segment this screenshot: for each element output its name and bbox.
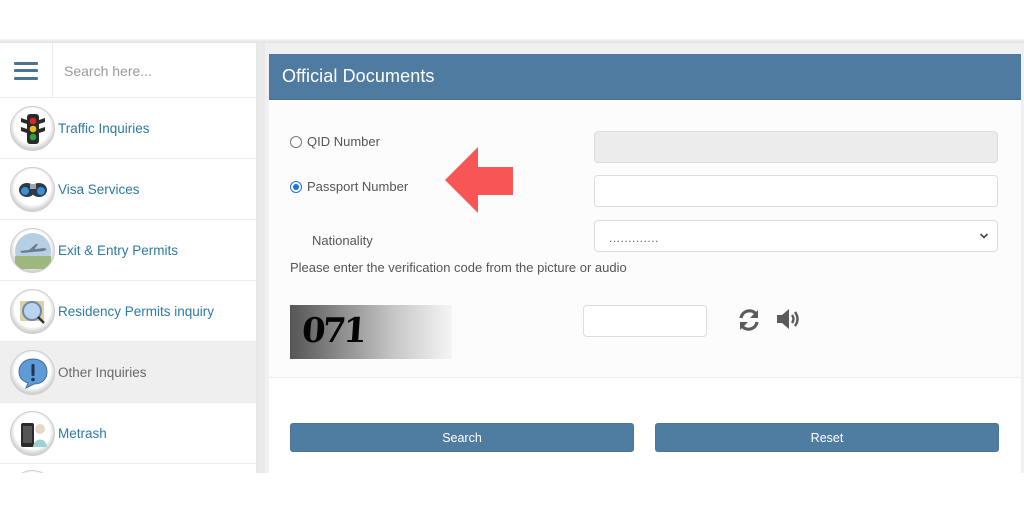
- qid-radio[interactable]: [290, 135, 302, 148]
- sidebar-item-label: Exit & Entry Permits: [58, 242, 179, 258]
- qid-input: [595, 132, 997, 162]
- qid-field: [594, 131, 998, 163]
- exclamation-bubble-icon: [10, 350, 55, 395]
- menu-button[interactable]: [0, 43, 53, 98]
- sidebar-item-label: Other Inquiries: [58, 364, 147, 380]
- sidebar-item-partial: [0, 464, 256, 473]
- nationality-selected-value: .............: [609, 231, 659, 245]
- chevron-down-icon: [979, 233, 989, 239]
- sidebar-item-residency-permits[interactable]: Residency Permits inquiry: [0, 281, 256, 342]
- refresh-captcha-button[interactable]: [735, 305, 763, 335]
- main-content: Official Documents QID Number Passport N: [265, 43, 1024, 473]
- traffic-light-icon: [10, 106, 55, 151]
- search-input[interactable]: [54, 43, 256, 98]
- sidebar-header: [0, 43, 256, 98]
- captcha-input[interactable]: [584, 306, 706, 336]
- search-button[interactable]: Search: [290, 423, 634, 452]
- official-documents-panel: Official Documents QID Number Passport N: [269, 54, 1021, 473]
- panel-title: Official Documents: [282, 66, 435, 86]
- nationality-label: Nationality: [312, 233, 373, 248]
- nationality-select[interactable]: .............: [594, 220, 998, 252]
- reset-button[interactable]: Reset: [655, 423, 999, 452]
- captcha-image: 071: [290, 305, 452, 359]
- sidebar-item-label: Traffic Inquiries: [58, 120, 150, 136]
- sidebar-scrollbar[interactable]: [257, 43, 265, 473]
- hamburger-menu-icon: [14, 61, 38, 80]
- visa-binoculars-icon: [10, 167, 55, 212]
- passport-field[interactable]: [594, 175, 998, 207]
- sidebar-item-other-inquiries[interactable]: Other Inquiries: [0, 342, 256, 403]
- passport-radio-label: Passport Number: [307, 179, 409, 194]
- passport-number-option[interactable]: Passport Number: [290, 179, 408, 194]
- sidebar-item-exit-entry-permits[interactable]: Exit & Entry Permits: [0, 220, 256, 281]
- sidebar-item-label: Metrash: [58, 425, 107, 441]
- app: Traffic Inquiries Visa Services: [0, 43, 1024, 473]
- captcha-code: 071: [300, 311, 366, 351]
- sidebar-item-label: Visa Services: [58, 181, 140, 197]
- sidebar-list: Traffic Inquiries Visa Services Exit & E…: [0, 98, 256, 473]
- search-form: QID Number Passport Number Nationality .…: [269, 101, 1021, 378]
- sidebar: Traffic Inquiries Visa Services: [0, 43, 257, 473]
- magnifier-document-icon: [10, 289, 55, 334]
- sidebar-item-visa-services[interactable]: Visa Services: [0, 159, 256, 220]
- speaker-icon: [777, 309, 799, 329]
- sidebar-item-label: Residency Permits inquiry: [58, 303, 215, 319]
- passport-input[interactable]: [595, 176, 997, 206]
- metrash-phone-icon: [10, 411, 55, 456]
- audio-captcha-button[interactable]: [774, 305, 804, 333]
- panel-header: Official Documents: [269, 54, 1021, 100]
- captcha-field[interactable]: [583, 305, 707, 337]
- airplane-icon: [10, 228, 55, 273]
- passport-radio[interactable]: [290, 180, 302, 193]
- qid-radio-label: QID Number: [307, 134, 380, 149]
- partial-item-icon: [10, 470, 55, 473]
- refresh-icon: [739, 309, 759, 331]
- verification-instruction: Please enter the verification code from …: [290, 260, 627, 275]
- qid-number-option[interactable]: QID Number: [290, 134, 380, 149]
- sidebar-item-metrash[interactable]: Metrash: [0, 403, 256, 464]
- annotation-arrow-icon: [445, 147, 513, 213]
- page: Traffic Inquiries Visa Services: [0, 0, 1024, 512]
- sidebar-item-traffic-inquiries[interactable]: Traffic Inquiries: [0, 98, 256, 159]
